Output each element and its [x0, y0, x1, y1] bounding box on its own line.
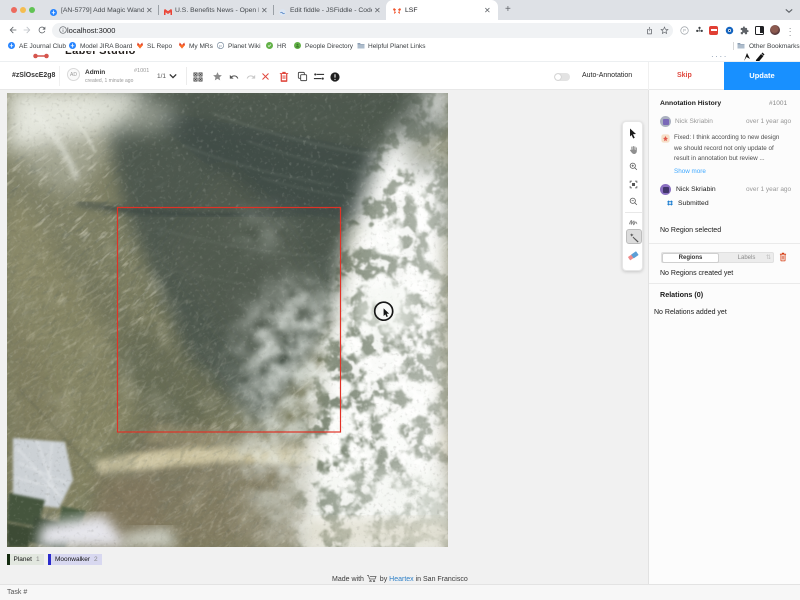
svg-text:P: P: [683, 28, 686, 33]
svg-text:p: p: [219, 43, 222, 48]
